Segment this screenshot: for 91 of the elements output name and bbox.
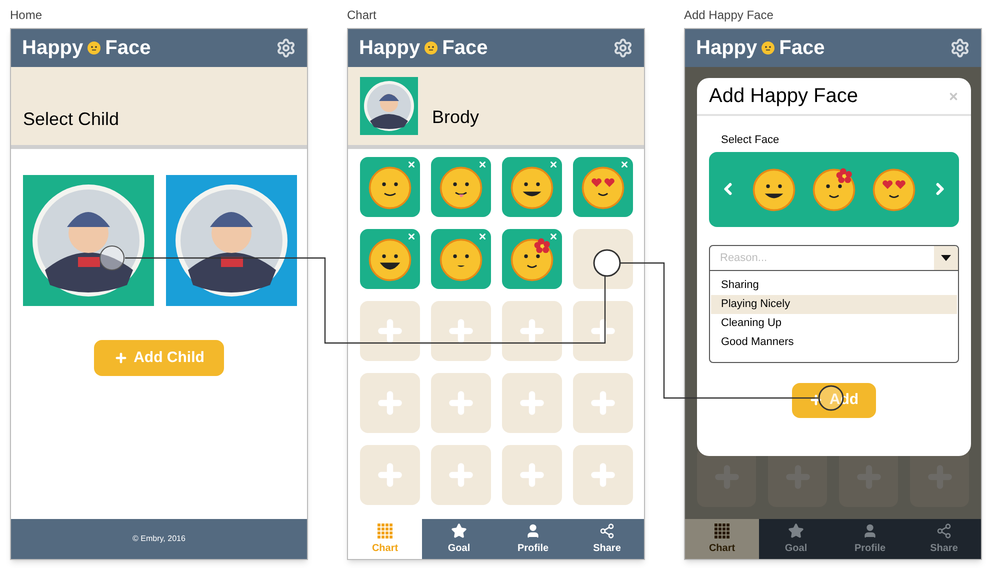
close-icon[interactable] [948, 90, 959, 102]
add-tile[interactable] [502, 445, 562, 505]
plus-icon [517, 460, 547, 490]
face-tile[interactable] [431, 229, 491, 289]
tap-marker [593, 249, 621, 277]
settings-icon[interactable] [613, 38, 633, 58]
person-icon [862, 522, 878, 538]
plus-icon [446, 388, 476, 418]
face-tile[interactable] [502, 157, 562, 217]
smiley-face-icon [424, 41, 438, 55]
copyright-text: © Embry, 2016 [132, 533, 186, 545]
dropdown-option[interactable]: Cleaning Up [711, 314, 957, 332]
smiley-face-icon [580, 164, 626, 210]
remove-icon[interactable] [407, 232, 416, 241]
section-title: Select Child [23, 108, 120, 131]
smiley-face-icon [509, 236, 555, 282]
dropdown-option[interactable]: Sharing [711, 276, 957, 294]
add-tile[interactable] [431, 445, 491, 505]
dropdown-option[interactable]: Playing Nicely [711, 294, 957, 314]
app-title: Happy [359, 36, 420, 61]
remove-icon[interactable] [407, 160, 416, 169]
plus-icon [588, 388, 618, 418]
app-title: Happy [22, 36, 84, 61]
smiley-face-icon [438, 236, 484, 282]
tab[interactable]: Share [570, 519, 644, 559]
grid-icon [377, 522, 393, 538]
face-tile[interactable] [431, 157, 491, 217]
dropdown-option[interactable]: Good Manners [711, 332, 957, 352]
share-icon [936, 522, 952, 538]
add-tile[interactable] [360, 301, 420, 361]
add-tile[interactable] [431, 373, 491, 433]
smiley-face-icon [367, 164, 413, 210]
plus-icon [588, 460, 618, 490]
add-tile[interactable] [360, 445, 420, 505]
plus-icon [517, 388, 547, 418]
tab[interactable]: Chart [685, 519, 759, 559]
star-icon [788, 522, 804, 538]
tab[interactable]: Share [907, 519, 981, 559]
remove-icon[interactable] [478, 232, 487, 241]
reason-field[interactable]: Reason... [710, 246, 934, 270]
smiley-face-icon [871, 166, 917, 212]
remove-icon[interactable] [478, 160, 487, 169]
app-title: Face [779, 36, 825, 61]
dropdown-button[interactable] [934, 246, 958, 270]
face-tile[interactable] [573, 157, 633, 217]
share-icon [599, 522, 615, 538]
remove-icon[interactable] [549, 160, 558, 169]
add-tile[interactable] [502, 373, 562, 433]
smiley-face-icon [761, 41, 776, 55]
add-tile[interactable] [360, 373, 420, 433]
add-tile[interactable] [502, 301, 562, 361]
settings-icon[interactable] [950, 38, 970, 58]
dialog-title: Add Happy Face [709, 84, 858, 109]
child-name: Brody [432, 106, 480, 129]
plus-icon [114, 351, 128, 365]
face-tile[interactable] [360, 229, 420, 289]
tap-marker [100, 246, 124, 270]
smiley-face-icon [438, 164, 484, 210]
remove-icon[interactable] [549, 232, 558, 241]
app-title: Face [442, 36, 488, 61]
caret-icon [941, 254, 951, 260]
screen-caption: Add Happy Face [684, 7, 774, 24]
smiley-face-icon [811, 166, 857, 212]
settings-icon[interactable] [276, 38, 296, 58]
app-title: Happy [696, 36, 758, 61]
face-tile[interactable] [360, 157, 420, 217]
add-tile[interactable] [573, 301, 633, 361]
smiley-face-icon [87, 41, 102, 55]
tab[interactable]: Profile [496, 519, 570, 559]
tab[interactable]: Profile [833, 519, 907, 559]
screen-caption: Home [10, 7, 42, 24]
field-label: Select Face [721, 133, 780, 148]
plus-icon [375, 388, 405, 418]
add-tile[interactable] [431, 301, 491, 361]
tab[interactable]: Goal [759, 519, 833, 559]
person-icon [525, 522, 541, 538]
add-tile[interactable] [573, 373, 633, 433]
add-tile[interactable] [573, 445, 633, 505]
remove-icon[interactable] [620, 160, 629, 169]
smiley-face-icon [509, 164, 555, 210]
plus-icon [446, 460, 476, 490]
star-icon [451, 522, 467, 538]
tab[interactable]: Goal [422, 519, 496, 559]
plus-icon [375, 460, 405, 490]
smiley-face-icon [751, 166, 797, 212]
app-title: Face [105, 36, 151, 61]
face-tile[interactable] [502, 229, 562, 289]
plus-icon [809, 393, 824, 407]
smiley-face-icon [367, 236, 413, 282]
screen-caption: Chart [347, 7, 376, 24]
grid-icon [714, 522, 730, 538]
